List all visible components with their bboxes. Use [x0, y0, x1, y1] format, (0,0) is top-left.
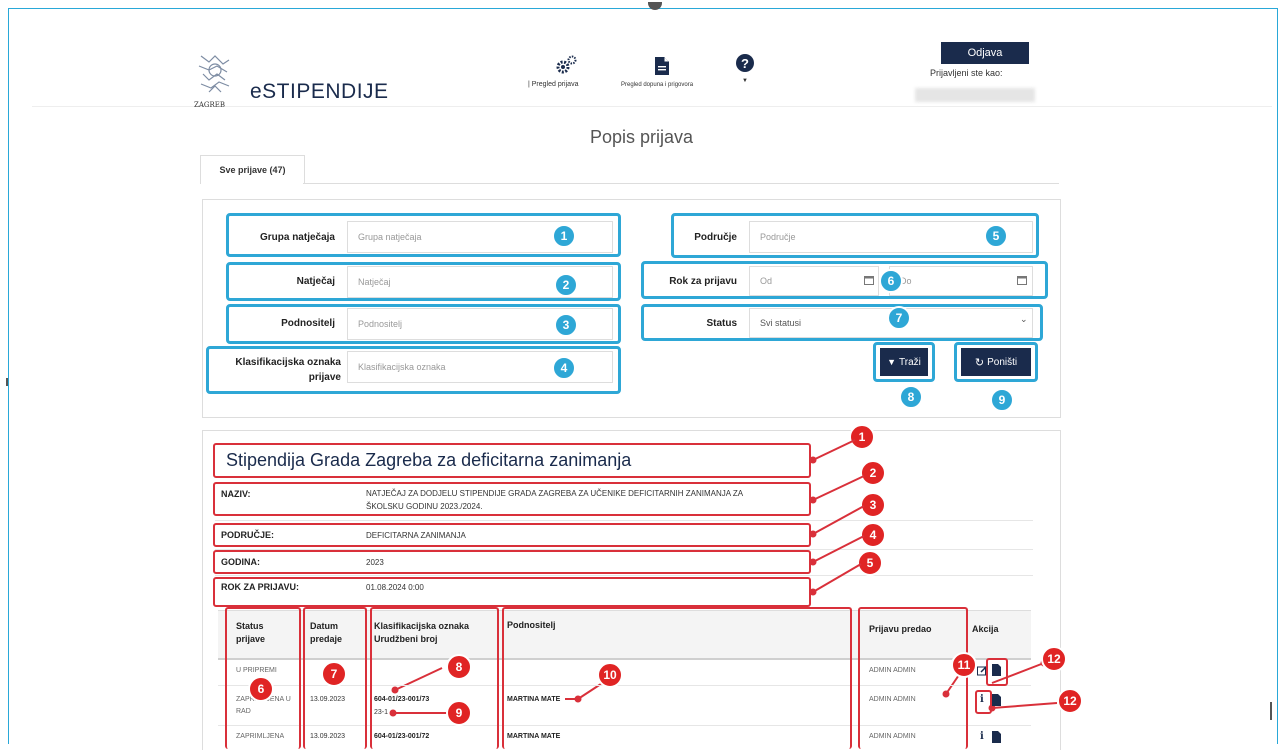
red-badge-9: 9 — [446, 700, 472, 726]
red-badge-12-top: 12 — [1041, 646, 1067, 672]
th-akcija: Akcija — [972, 624, 999, 634]
red-box-row1-actions — [986, 658, 1008, 686]
row2-document-icon[interactable] — [992, 694, 1001, 706]
red-badge-6: 6 — [248, 676, 274, 702]
red-badge-11: 11 — [951, 652, 977, 678]
red-badge-8: 8 — [446, 654, 472, 680]
red-badge-10: 10 — [597, 662, 623, 688]
red-box-col-klasifikacija — [370, 607, 499, 749]
red-badge-7: 7 — [321, 661, 347, 687]
red-box-row2-actions — [975, 690, 992, 714]
red-box-col-predao — [858, 607, 968, 749]
row3-document-icon[interactable] — [992, 731, 1001, 743]
red-badge-12-bottom: 12 — [1057, 688, 1083, 714]
row3-info-icon[interactable]: i — [980, 731, 984, 742]
red-box-col-podnositelj — [502, 607, 852, 749]
